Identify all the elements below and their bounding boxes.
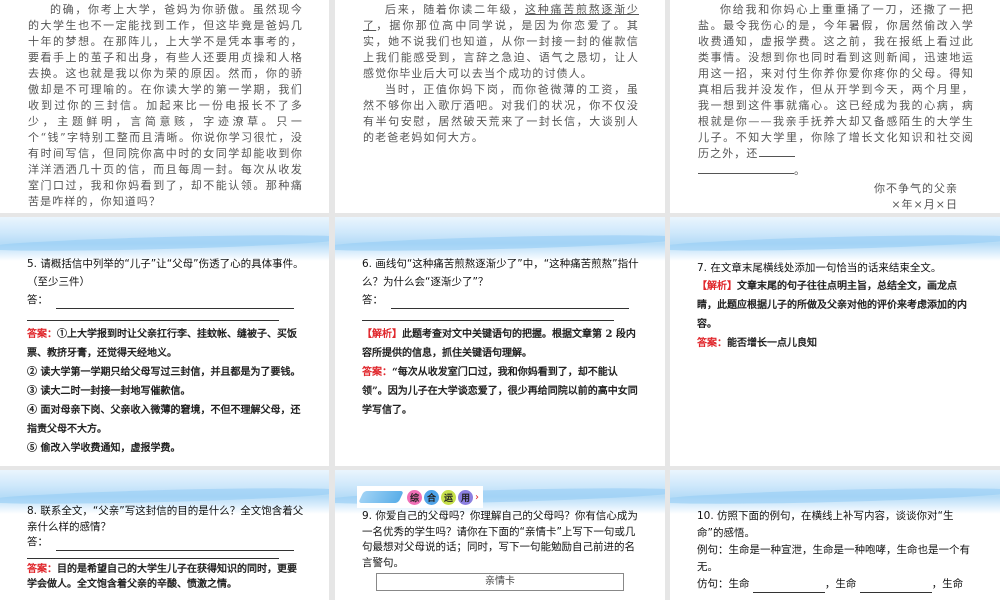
question-text: 8. 联系全文，“父亲”写这封信的目的是什么？全文饱含着父亲什么样的感情？ bbox=[27, 505, 304, 533]
letter-paragraph: 后来，随着你读二年级，这种痛苦煎熬逐渐少了，据你那位高中同学说，是因为你恋爱了。… bbox=[363, 2, 639, 82]
analysis-text: 文章末尾的句子往往点明主旨，总结全文，画龙点睛，此题应根据儿子的所做及父亲对他的… bbox=[697, 281, 967, 330]
answer-row: 答： bbox=[362, 291, 641, 309]
slide-question-6: 6. 画线句“这种痛苦煎熬逐渐少了”中，“这种痛苦煎熬”指什么？为什么会“逐渐少… bbox=[335, 217, 665, 466]
answer-line bbox=[362, 309, 614, 321]
text: 你给我和你妈心上重重捅了一刀，还撒了一把盐。最令我伤心的是，今年暑假，你居然偷改… bbox=[698, 3, 974, 160]
question-text: 10. 仿照下面的例句，在横线上补写内容，谈谈你对“生命”的感悟。 bbox=[697, 510, 954, 539]
question-block: 9. 你爱自己的父母吗？你理解自己的父母吗？你有信心成为一名优秀的学生吗？请你在… bbox=[362, 509, 641, 591]
answer-item: ③ 读大二时一封接一封地写催款信。 bbox=[27, 386, 191, 397]
answer-item: ⑤ 偷改入学收费通知，虚报学费。 bbox=[27, 443, 181, 454]
card-title: 亲情卡 bbox=[485, 576, 515, 587]
analysis-block: 【解析】此题考查对文中关键语句的把握。根据文章第 2 段内容所提供的信息，抓住关… bbox=[362, 325, 641, 363]
answer-label: 答案： bbox=[697, 338, 727, 349]
imitate-label: 仿句：生命 bbox=[697, 578, 750, 590]
answer-row: 答： bbox=[27, 291, 305, 309]
analysis-block: 【解析】文章末尾的句子往往点明主旨，总结全文，画龙点睛，此题应根据儿子的所做及父… bbox=[697, 277, 976, 334]
analysis-text: 此题考查对文中关键语句的把握。根据文章第 2 段内容所提供的信息，抓住关键语句理… bbox=[362, 329, 636, 359]
letter-paragraph: 你给我和你妈心上重重捅了一刀，还撒了一把盐。最令我伤心的是，今年暑假，你居然偷改… bbox=[698, 2, 974, 179]
badge-char: 运 bbox=[441, 489, 456, 505]
slide-question-9: 综 合 运 用 › 9. 你爱自己的父母吗？你理解自己的父母吗？你有信心成为一名… bbox=[335, 470, 665, 600]
answer-text: 能否增长一点儿良知 bbox=[727, 338, 817, 349]
letter-text: 你给我和你妈心上重重捅了一刀，还撒了一把盐。最令我伤心的是，今年暑假，你居然偷改… bbox=[698, 2, 974, 213]
question-text: 5. 请概括信中列举的“儿子”让“父母”伤透了心的具体事件。（至少三件） bbox=[27, 258, 304, 288]
book-icon bbox=[358, 491, 404, 503]
answer-row: 答： bbox=[27, 535, 305, 551]
answer-block: 答案：目的是希望自己的大学生儿子在获得知识的同时，更要学会做人。全文饱含着父亲的… bbox=[27, 562, 305, 592]
answer-blank[interactable] bbox=[859, 582, 932, 593]
question-block: 5. 请概括信中列举的“儿子”让“父母”伤透了心的具体事件。（至少三件） 答： … bbox=[27, 255, 305, 458]
text: ，据你那位高中同学说，是因为你恋爱了。其实，她不说我们也知道，从你一封接一封的催… bbox=[363, 19, 639, 80]
analysis-label: 【解析】 bbox=[362, 329, 402, 340]
slide-letter-part-2: 后来，随着你读二年级，这种痛苦煎熬逐渐少了，据你那位高中同学说，是因为你恋爱了。… bbox=[335, 0, 665, 213]
blank-line bbox=[698, 162, 794, 174]
signature: 你不争气的父亲 bbox=[874, 182, 958, 195]
answer-line bbox=[27, 551, 279, 559]
answer-text: “每次从收发室门口过，我和你妈看到了，却不能认领”。因为儿子在大学谈恋爱了，很少… bbox=[362, 367, 638, 416]
family-card-box[interactable]: 亲情卡 bbox=[376, 573, 624, 591]
answer-line bbox=[56, 539, 294, 551]
question-block: 7. 在文章末尾横线处添加一句恰当的话来结束全文。 【解析】文章末尾的句子往往点… bbox=[697, 259, 976, 353]
section-badge-comprehensive-use: 综 合 运 用 › bbox=[357, 486, 483, 508]
answer-line bbox=[27, 309, 279, 321]
answer-item: ①上大学报到时让父亲扛行李、挂蚊帐、缝被子、买饭票、教挤牙膏，还觉得天经地义。 bbox=[27, 329, 297, 359]
text: 后来，随着你读二年级， bbox=[385, 3, 526, 16]
slide-letter-part-3: 你给我和你妈心上重重捅了一刀，还撒了一把盐。最令我伤心的是，今年暑假，你居然偷改… bbox=[670, 0, 1000, 213]
imitate-row: 。 bbox=[697, 595, 976, 600]
letter-text: 的确，你考上大学，爸妈为你骄傲。虽然现今的大学生也不一定能找到工作，但这毕竟是爸… bbox=[28, 2, 303, 210]
slide-question-10: 10. 仿照下面的例句，在横线上补写内容，谈谈你对“生命”的感悟。 例句：生命是… bbox=[670, 470, 1000, 600]
answer-line bbox=[56, 297, 294, 309]
answer-label: 答案： bbox=[27, 563, 57, 575]
answer-block: 答案：“每次从收发室门口过，我和你妈看到了，却不能认领”。因为儿子在大学谈恋爱了… bbox=[362, 363, 641, 420]
answer-label: 答案： bbox=[27, 329, 57, 340]
question-block: 6. 画线句“这种痛苦煎熬逐渐少了”中，“这种痛苦煎熬”指什么？为什么会“逐渐少… bbox=[362, 255, 641, 420]
header-band bbox=[670, 217, 1000, 261]
text: ，生命 bbox=[824, 578, 857, 590]
text: ，生命 bbox=[931, 578, 964, 590]
slide-letter-part-1: 的确，你考上大学，爸妈为你骄傲。虽然现今的大学生也不一定能找到工作，但这毕竟是爸… bbox=[0, 0, 329, 213]
question-text: 6. 画线句“这种痛苦煎熬逐渐少了”中，“这种痛苦煎熬”指什么？为什么会“逐渐少… bbox=[362, 258, 639, 288]
answer-text: 目的是希望自己的大学生儿子在获得知识的同时，更要学会做人。全文饱含着父亲的辛酸、… bbox=[27, 563, 297, 590]
answer-prompt: 答： bbox=[27, 294, 48, 306]
answer-label: 答案： bbox=[362, 367, 392, 378]
answer-block: 答案：能否增长一点儿良知 bbox=[697, 334, 976, 353]
answer-item: ④ 面对母亲下岗、父亲收入微薄的窘境，不但不理解父母，还指责父母不大方。 bbox=[27, 405, 301, 435]
question-block: 8. 联系全文，“父亲”写这封信的目的是什么？全文饱含着父亲什么样的感情？ 答：… bbox=[27, 504, 305, 592]
text: 。 bbox=[794, 164, 807, 177]
chevron-right-icon: › bbox=[475, 491, 479, 503]
badge-char: 用 bbox=[458, 489, 473, 505]
answer-line bbox=[391, 297, 629, 309]
answer-blank[interactable] bbox=[752, 582, 825, 593]
badge-char: 综 bbox=[407, 489, 422, 505]
question-text: 7. 在文章末尾横线处添加一句恰当的话来结束全文。 bbox=[697, 262, 942, 274]
slide-question-8: 8. 联系全文，“父亲”写这封信的目的是什么？全文饱含着父亲什么样的感情？ 答：… bbox=[0, 470, 329, 600]
answer-block: 答案：①上大学报到时让父亲扛行李、挂蚊帐、缝被子、买饭票、教挤牙膏，还觉得天经地… bbox=[27, 325, 305, 458]
date: ×年×月×日 bbox=[891, 198, 958, 211]
letter-paragraph: 当时，正值你妈下岗，而你爸微薄的工资，虽然不够你出入歌厅酒吧。对我们的状况，你不… bbox=[363, 83, 639, 144]
letter-paragraph: 的确，你考上大学，爸妈为你骄傲。虽然现今的大学生也不一定能找到工作，但这毕竟是爸… bbox=[28, 3, 303, 208]
slide-question-5: 5. 请概括信中列举的“儿子”让“父母”伤透了心的具体事件。（至少三件） 答： … bbox=[0, 217, 329, 466]
letter-text: 后来，随着你读二年级，这种痛苦煎熬逐渐少了，据你那位高中同学说，是因为你恋爱了。… bbox=[363, 2, 639, 146]
example-sentence: 例句：生命是一种宣泄，生命是一种咆哮，生命也是一个有无。 bbox=[697, 544, 970, 573]
badge-char: 合 bbox=[424, 489, 439, 505]
imitate-row: 仿句：生命 ，生命 ，生命 bbox=[697, 576, 976, 593]
question-text: 9. 你爱自己的父母吗？你理解自己的父母吗？你有信心成为一名优秀的学生吗？请你在… bbox=[362, 510, 638, 569]
answer-item: ② 读大学第一学期只给父母写过三封信，并且都是为了要钱。 bbox=[27, 367, 301, 378]
answer-prompt: 答： bbox=[362, 294, 383, 306]
blank-line bbox=[758, 147, 795, 157]
analysis-label: 【解析】 bbox=[697, 281, 737, 292]
question-block: 10. 仿照下面的例句，在横线上补写内容，谈谈你对“生命”的感悟。 例句：生命是… bbox=[697, 508, 976, 600]
slide-question-7: 7. 在文章末尾横线处添加一句恰当的话来结束全文。 【解析】文章末尾的句子往往点… bbox=[670, 217, 1000, 466]
answer-prompt: 答： bbox=[27, 536, 48, 548]
